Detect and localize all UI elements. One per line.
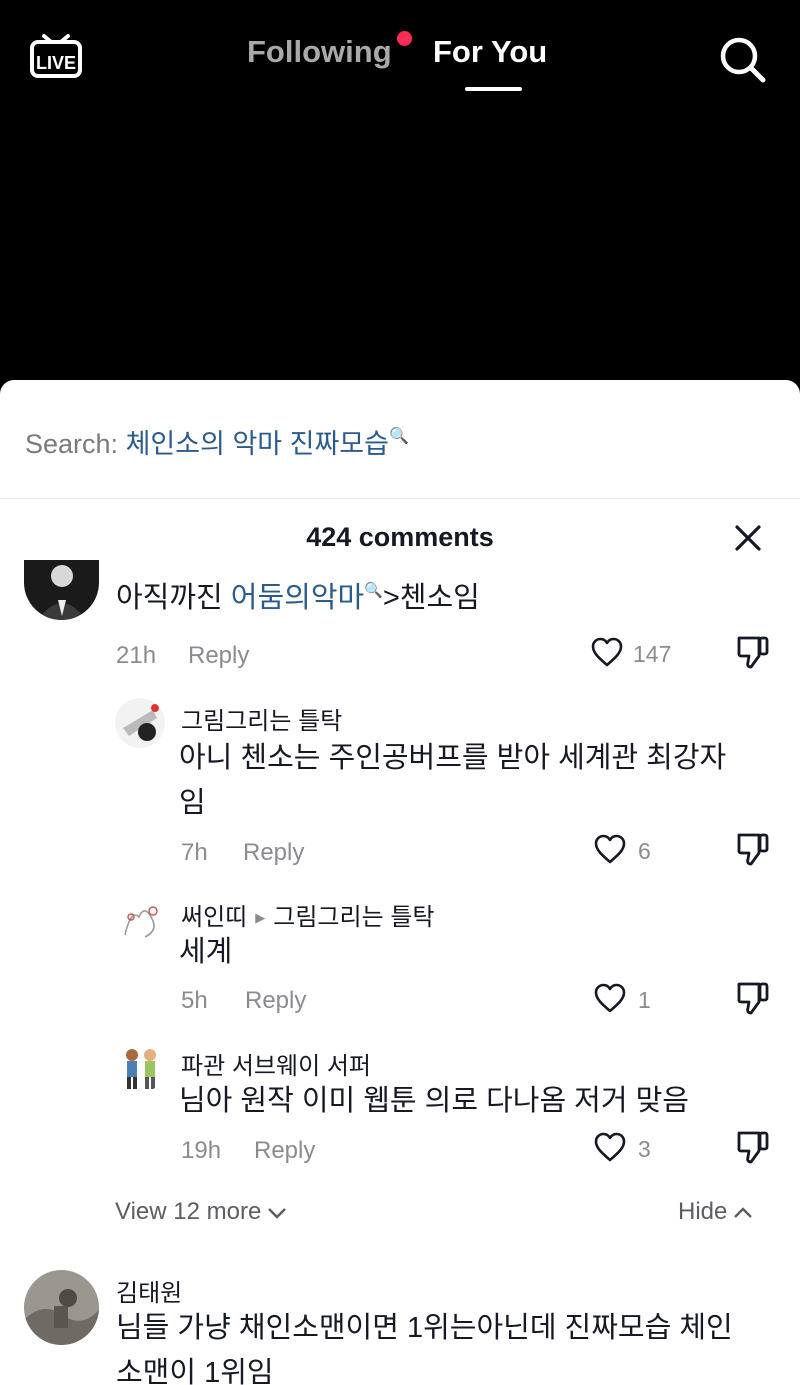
comment-text: 세계 — [179, 936, 233, 968]
dislike-icon[interactable] — [735, 634, 771, 670]
reply-button[interactable]: Reply — [188, 642, 249, 670]
like-count: 147 — [633, 641, 672, 667]
notification-dot — [397, 31, 412, 46]
dislike-icon[interactable] — [735, 980, 771, 1016]
comment-text: 아니 첸소는 주인공버프를 받아 세계관 최강자 임 — [179, 742, 727, 819]
like-count: 3 — [638, 1136, 651, 1162]
dislike-icon[interactable] — [735, 1129, 771, 1165]
comment-username[interactable]: 파관 서브웨이 서퍼 — [181, 1046, 371, 1081]
comments-sheet: Search: 체인소의 악마 진짜모습🔍 424 comments 아직까진 … — [0, 380, 800, 1385]
close-icon[interactable] — [733, 523, 763, 553]
reply-button[interactable]: Reply — [245, 987, 306, 1015]
view-more-replies[interactable]: View 12 more — [115, 1198, 287, 1226]
comment-username[interactable]: 김태원 — [116, 1273, 182, 1308]
heart-icon[interactable] — [593, 1131, 627, 1163]
reply-button[interactable]: Reply — [254, 1137, 315, 1165]
comment-time: 19h — [181, 1137, 222, 1164]
related-search[interactable]: Search: 체인소의 악마 진짜모습🔍 — [25, 422, 409, 461]
reply-to-username[interactable]: 그림그리는 틀탁 — [273, 904, 434, 931]
chevron-up-icon — [734, 1206, 753, 1218]
avatar[interactable] — [115, 1043, 165, 1093]
comment-text: 님아 원작 이미 웹툰 의로 다나옴 저거 맞음 — [179, 1085, 689, 1117]
search-term[interactable]: 체인소의 악마 진짜모습 — [126, 429, 389, 459]
like-count: 1 — [638, 987, 651, 1013]
hide-replies[interactable]: Hide — [678, 1198, 753, 1226]
chevron-down-icon — [268, 1207, 287, 1219]
heart-icon[interactable] — [593, 833, 627, 865]
dislike-icon[interactable] — [735, 831, 771, 867]
avatar[interactable] — [115, 895, 165, 945]
heart-icon[interactable] — [590, 636, 624, 668]
tab-for-you[interactable]: For You — [433, 34, 547, 70]
tab-following[interactable]: Following — [247, 34, 392, 70]
avatar[interactable] — [24, 560, 99, 620]
comment-username[interactable]: 써인띠 ▶ 그림그리는 틀탁 — [181, 897, 434, 932]
search-mini-icon: 🔍 — [388, 428, 409, 445]
search-label: Search: — [25, 429, 119, 459]
live-icon[interactable]: LIVE — [30, 28, 82, 78]
search-mini-icon: 🔍 — [364, 582, 383, 599]
comment-username[interactable]: 그림그리는 틀탁 — [181, 701, 342, 736]
like-count: 6 — [638, 838, 651, 864]
avatar[interactable] — [24, 1270, 99, 1345]
svg-text:LIVE: LIVE — [36, 53, 76, 73]
heart-icon[interactable] — [593, 982, 627, 1014]
comment-time: 7h — [181, 839, 208, 866]
comment-count: 424 comments — [306, 522, 494, 552]
top-nav-bar: LIVE Following For You — [0, 0, 800, 110]
avatar[interactable] — [115, 698, 165, 748]
hashtag-link[interactable]: 어둠의악마 — [231, 582, 364, 614]
active-tab-indicator — [465, 87, 522, 91]
divider — [0, 498, 800, 499]
comment-time: 21h — [116, 642, 157, 669]
comment-text: 아직까진 어둠의악마🔍>첸소임 — [116, 582, 480, 614]
comment-text: 님들 가냥 채인소맨이면 1위는아닌데 진짜모습 체인 소맨이 1위임 — [116, 1312, 733, 1385]
reply-arrow-icon: ▶ — [255, 910, 266, 925]
search-icon[interactable] — [718, 35, 768, 85]
comment-time: 5h — [181, 987, 208, 1014]
reply-button[interactable]: Reply — [243, 839, 304, 867]
